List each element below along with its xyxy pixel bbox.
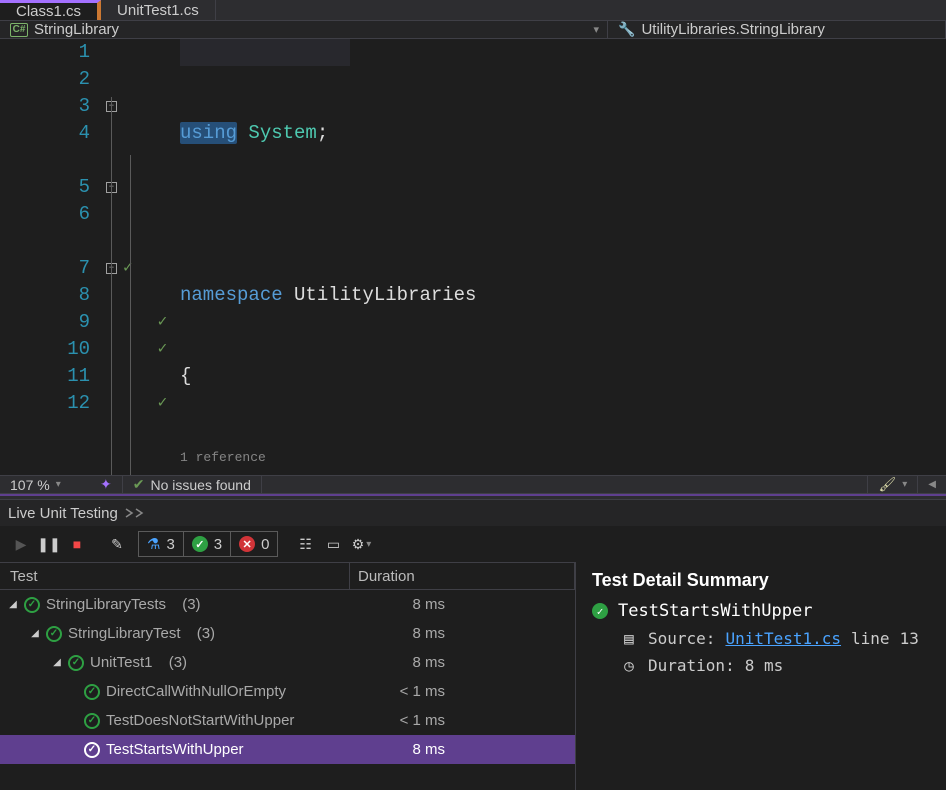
tab-unittest1[interactable]: UnitTest1.cs — [101, 0, 216, 20]
live-unit-testing-panel: Live Unit Testing ▶ ❚❚ ■ ✎ ⚗3 ✓3 ✕0 ☷ ▭ … — [0, 500, 946, 790]
source-link[interactable]: UnitTest1.cs — [725, 629, 841, 648]
coverage-tick-icon: ✓ — [158, 390, 168, 417]
quick-actions-button[interactable]: ✦ — [90, 476, 122, 493]
codelens-references[interactable]: 1 reference — [180, 444, 266, 471]
pass-icon: ✓ — [192, 536, 208, 552]
total-tests[interactable]: ⚗3 — [139, 532, 184, 556]
chevron-down-icon: ▾ — [56, 479, 61, 490]
duration-value: 8 ms — [745, 656, 784, 675]
tab-strip: Class1.cs UnitTest1.cs — [0, 0, 946, 21]
stop-button[interactable]: ■ — [64, 531, 90, 557]
coverage-tick-icon: ✓ — [158, 336, 168, 363]
pass-ring-icon: ✓ — [84, 742, 100, 758]
test-tree-pane: Test Duration ◢✓StringLibraryTests (3) 8… — [0, 562, 576, 790]
nav-scope-dropdown[interactable]: C# StringLibrary ▾ — [0, 21, 608, 38]
duration-label: Duration: — [648, 656, 735, 675]
passing-tests[interactable]: ✓3 — [184, 532, 231, 556]
lut-toolbar: ▶ ❚❚ ■ ✎ ⚗3 ✓3 ✕0 ☷ ▭ ⚙▾ — [0, 526, 946, 562]
pause-button[interactable]: ❚❚ — [36, 531, 62, 557]
panel-chevrons-icon — [122, 506, 150, 520]
tab-class1[interactable]: Class1.cs — [0, 0, 101, 20]
lightbulb-icon: ✦ — [100, 476, 112, 493]
nav-type-dropdown[interactable]: 🔧 UtilityLibraries.StringLibrary — [608, 21, 946, 38]
pass-ring-icon: ✓ — [46, 626, 62, 642]
tree-columns-header: Test Duration — [0, 562, 575, 590]
pass-icon: ✓ — [592, 603, 608, 619]
editor-status-bar: 107 % ▾ ✦ ✔ No issues found 🖌▾ ◀ — [0, 475, 946, 494]
test-counts: ⚗3 ✓3 ✕0 — [138, 531, 278, 557]
code-content[interactable]: using System; namespace UtilityLibraries… — [180, 39, 946, 475]
brush-icon: 🖌 — [878, 476, 896, 493]
chevron-down-icon: ▾ — [902, 479, 907, 490]
tab-label: Class1.cs — [16, 3, 81, 20]
pass-ring-icon: ✓ — [24, 597, 40, 613]
pass-ring-icon: ✓ — [84, 713, 100, 729]
tree-row[interactable]: ◢✓StringLibraryTest (3) 8 ms — [0, 619, 575, 648]
code-editor[interactable]: 1 2 3 4 5 6 7 8 9 10 11 12 − − −✓ ✓ ✓ ✓ — [0, 39, 946, 475]
line-label: line — [851, 629, 890, 648]
csharp-icon: C# — [10, 23, 28, 37]
wrench-icon: 🔧 — [618, 21, 635, 38]
expand-toggle[interactable]: ◢ — [52, 657, 62, 668]
line-number-gutter: 1 2 3 4 5 6 7 8 9 10 11 12 — [0, 39, 100, 475]
scroll-left-button[interactable]: ◀ — [918, 476, 946, 493]
nav-bar: C# StringLibrary ▾ 🔧 UtilityLibraries.St… — [0, 21, 946, 39]
detail-test-name: TestStartsWithUpper — [618, 601, 812, 621]
chevron-down-icon: ▾ — [593, 23, 599, 36]
col-test[interactable]: Test — [0, 563, 350, 589]
edit-button[interactable]: ✎ — [104, 531, 130, 557]
play-button[interactable]: ▶ — [8, 531, 34, 557]
zoom-dropdown[interactable]: 107 % ▾ — [0, 476, 90, 493]
coverage-tick-icon: ✓ — [123, 255, 133, 282]
test-detail-pane: Test Detail Summary ✓ TestStartsWithUppe… — [576, 562, 946, 790]
error-status[interactable]: ✔ No issues found — [123, 476, 261, 493]
fail-icon: ✕ — [239, 536, 255, 552]
flask-icon: ⚗ — [147, 535, 160, 553]
line-number: 13 — [900, 629, 919, 648]
cleanup-button[interactable]: 🖌▾ — [868, 476, 917, 493]
nav-scope-label: StringLibrary — [34, 21, 119, 38]
tree-row[interactable]: ✓TestDoesNotStartWithUpper < 1 ms — [0, 706, 575, 735]
nav-type-label: UtilityLibraries.StringLibrary — [641, 21, 824, 38]
failing-tests[interactable]: ✕0 — [231, 532, 277, 556]
coverage-tick-icon: ✓ — [158, 309, 168, 336]
settings-button[interactable]: ⚙▾ — [348, 531, 374, 557]
triangle-left-icon: ◀ — [928, 479, 936, 490]
tree-row-selected[interactable]: ✓TestStartsWithUpper 8 ms — [0, 735, 575, 764]
source-label: Source: — [648, 629, 715, 648]
test-tree: ◢✓StringLibraryTests (3) 8 ms ◢✓StringLi… — [0, 590, 575, 790]
layout-button[interactable]: ▭ — [320, 531, 346, 557]
col-duration[interactable]: Duration — [350, 563, 575, 589]
tree-row[interactable]: ✓DirectCallWithNullOrEmpty < 1 ms — [0, 677, 575, 706]
detail-heading: Test Detail Summary — [592, 570, 930, 591]
clock-icon: ◷ — [620, 656, 638, 675]
document-icon: ▤ — [620, 629, 638, 648]
check-circle-icon: ✔ — [133, 476, 145, 493]
pass-ring-icon: ✓ — [84, 684, 100, 700]
expand-toggle[interactable]: ◢ — [30, 628, 40, 639]
panel-title: Live Unit Testing — [0, 500, 946, 526]
tree-row[interactable]: ◢✓UnitTest1 (3) 8 ms — [0, 648, 575, 677]
tree-row[interactable]: ◢✓StringLibraryTests (3) 8 ms — [0, 590, 575, 619]
tab-label: UnitTest1.cs — [117, 2, 199, 19]
list-view-button[interactable]: ☷ — [292, 531, 318, 557]
pass-ring-icon: ✓ — [68, 655, 84, 671]
expand-toggle[interactable]: ◢ — [8, 599, 18, 610]
fold-column: − − −✓ ✓ ✓ ✓ — [100, 39, 180, 475]
